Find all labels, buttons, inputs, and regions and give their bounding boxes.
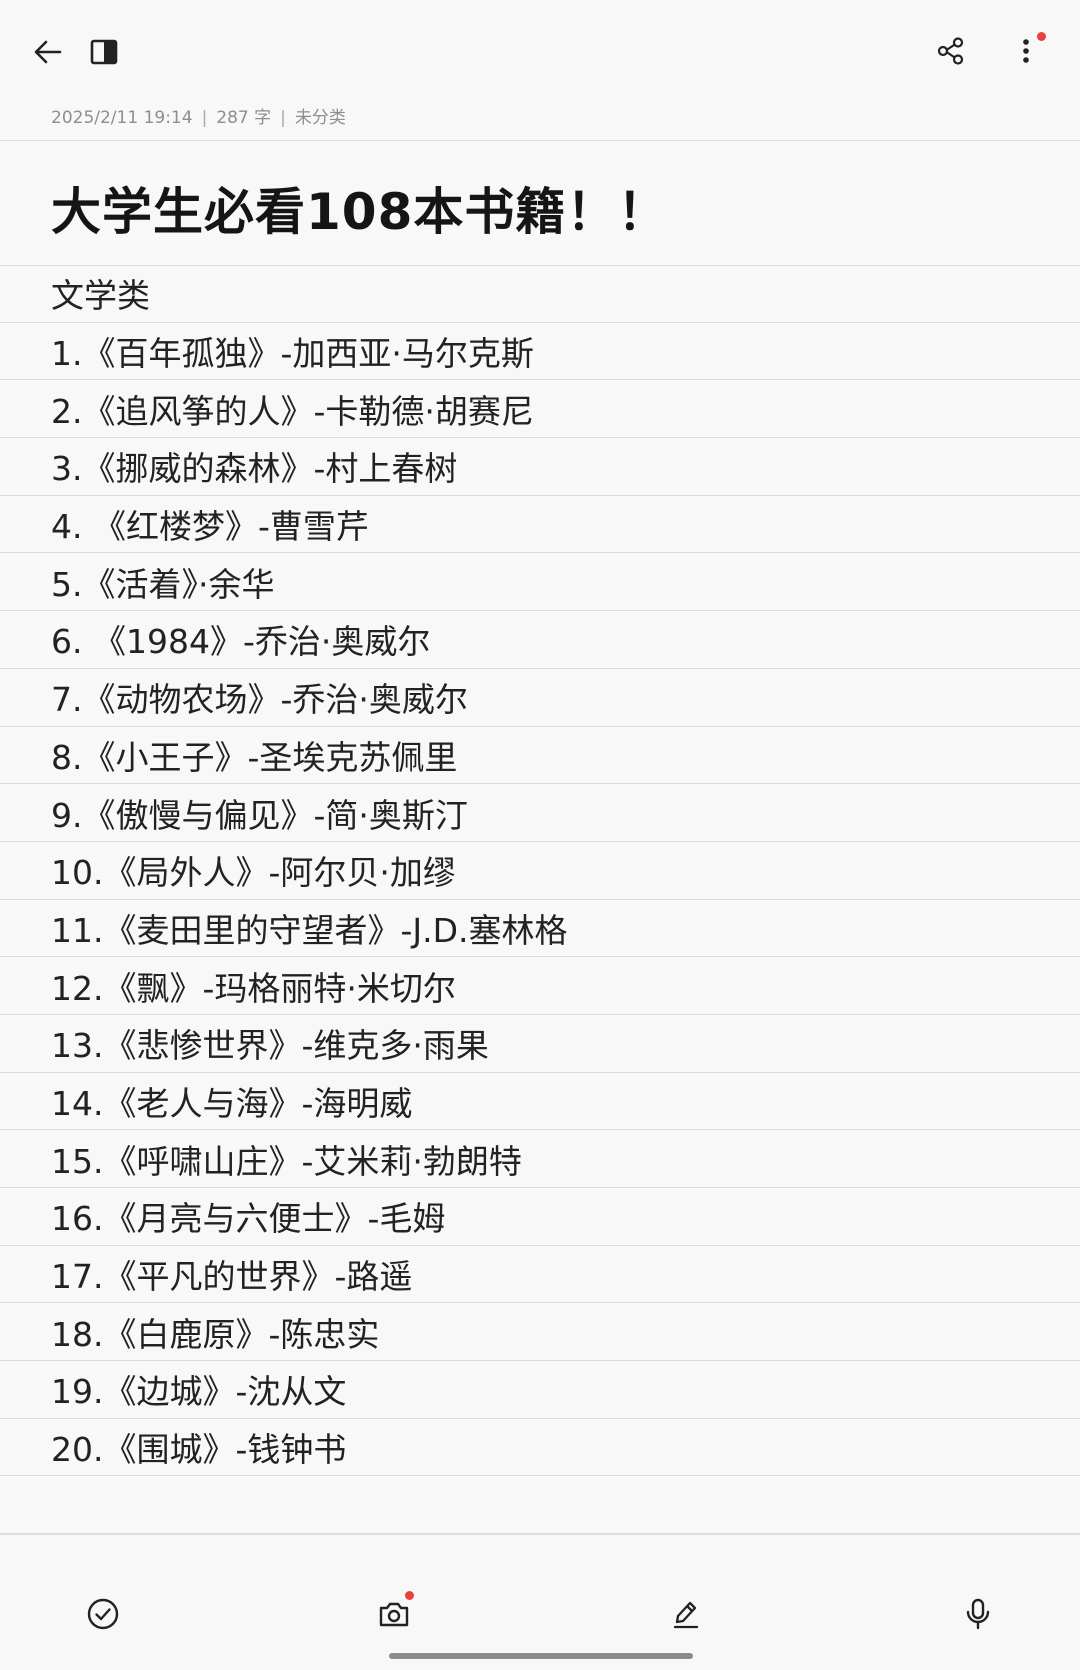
note-line[interactable]: 13.《悲惨世界》-维克多·雨果 (0, 1015, 1080, 1073)
pen-icon (673, 1601, 699, 1629)
note-body[interactable]: 文学类 1.《百年孤独》-加西亚·马尔克斯 2.《追风筝的人》-卡勒德·胡赛尼 … (0, 265, 1080, 1535)
note-line[interactable]: 1.《百年孤独》-加西亚·马尔克斯 (0, 323, 1080, 381)
note-line[interactable]: 18.《白鹿原》-陈忠实 (0, 1303, 1080, 1362)
camera-notification-dot (405, 1591, 414, 1600)
note-line[interactable]: 19.《边城》-沈从文 (0, 1361, 1080, 1419)
more-vertical-icon (1023, 39, 1029, 63)
meta-separator: | (280, 108, 286, 128)
note-editor-screen: 2025/2/11 19:14 | 287 字 | 未分类 大学生必看108本书籍！！ … (0, 0, 1080, 1670)
note-line[interactable]: 16.《月亮与六便士》-毛姆 (0, 1188, 1080, 1246)
note-line[interactable]: 14.《老人与海》-海明威 (0, 1073, 1080, 1131)
draw-button[interactable] (662, 1590, 710, 1638)
arrow-left-icon (34, 40, 62, 64)
note-line[interactable]: 12.《飘》-玛格丽特·米切尔 (0, 957, 1080, 1015)
checklist-button[interactable] (79, 1590, 127, 1638)
bottom-toolbar (0, 1560, 1080, 1660)
note-category[interactable]: 未分类 (295, 108, 346, 128)
note-line[interactable]: 20.《围城》-钱钟书 (0, 1419, 1080, 1477)
note-line[interactable]: 6. 《1984》-乔治·奥威尔 (0, 611, 1080, 669)
notification-dot (1037, 32, 1046, 41)
note-line[interactable]: 7.《动物农场》-乔治·奥威尔 (0, 669, 1080, 727)
note-word-count: 287 字 (216, 108, 272, 128)
voice-button[interactable] (954, 1590, 1002, 1638)
back-button[interactable] (26, 30, 70, 74)
meta-separator: | (201, 108, 208, 128)
divider (0, 1534, 1080, 1535)
note-datetime: 2025/2/11 19:14 (51, 108, 193, 128)
note-line[interactable]: 2.《追风筝的人》-卡勒德·胡赛尼 (0, 380, 1080, 439)
note-line[interactable]: 5.《活着》·余华 (0, 553, 1080, 612)
side-panel-button[interactable] (82, 30, 126, 74)
note-line[interactable]: 15.《呼啸山庄》-艾米莉·勃朗特 (0, 1130, 1080, 1188)
top-toolbar (0, 0, 1080, 100)
home-indicator[interactable] (389, 1653, 693, 1659)
note-line-empty[interactable] (0, 1476, 1080, 1535)
divider (0, 140, 1080, 141)
side-panel-icon (90, 39, 118, 65)
note-title[interactable]: 大学生必看108本书籍！！ (51, 172, 668, 244)
note-line[interactable]: 3.《挪威的森林》-村上春树 (0, 438, 1080, 496)
note-line[interactable]: 10.《局外人》-阿尔贝·加缪 (0, 842, 1080, 900)
note-line[interactable]: 4. 《红楼梦》-曹雪芹 (0, 496, 1080, 554)
note-line[interactable]: 8.《小王子》-圣埃克苏佩里 (0, 727, 1080, 785)
note-meta: 2025/2/11 19:14 | 287 字 | 未分类 (51, 103, 346, 128)
note-line[interactable]: 11.《麦田里的守望者》-J.D.塞林格 (0, 900, 1080, 958)
camera-icon (379, 1602, 409, 1627)
note-line[interactable]: 文学类 (0, 265, 1080, 323)
note-line[interactable]: 9.《傲慢与偏见》-简·奥斯汀 (0, 784, 1080, 842)
share-icon (937, 37, 964, 65)
share-button[interactable] (928, 28, 974, 74)
note-line[interactable]: 17.《平凡的世界》-路遥 (0, 1246, 1080, 1304)
microphone-icon (966, 1598, 990, 1630)
check-circle-icon (87, 1598, 119, 1630)
